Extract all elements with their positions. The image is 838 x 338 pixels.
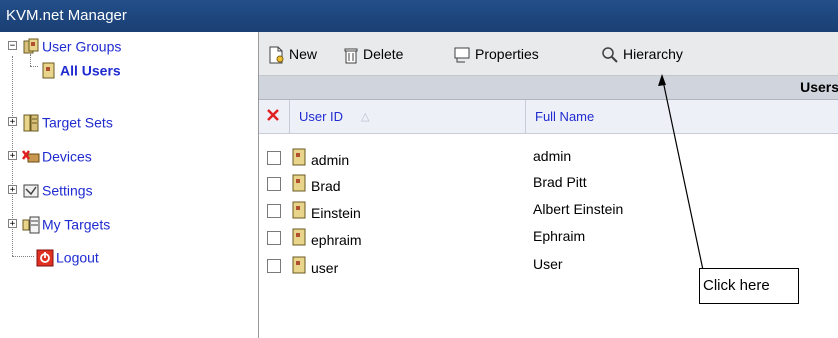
user-icon [292,228,306,246]
expand-toggle[interactable]: + [8,219,17,229]
user-id-cell: Brad [311,178,341,194]
logout-icon [36,249,54,267]
collapse-toggle[interactable]: − [8,41,17,51]
tree-connector [30,66,38,67]
user-id-cell: Einstein [311,205,361,221]
full-name-cell: admin [533,148,572,164]
sort-ascending-icon: △ [361,111,370,123]
tree-item-label: Target Sets [42,114,113,131]
tree-item-label: All Users [60,62,121,79]
tree-item-settings[interactable]: Settings [22,178,93,202]
section-title-bar: Users [259,76,838,100]
column-header-full-name[interactable]: Full Name [535,108,594,126]
tree-item-logout[interactable]: Logout [36,245,99,269]
column-separator [525,100,526,134]
tree-item-label: Settings [42,182,93,199]
grid-header: User ID △ Full Name [259,100,838,134]
tree-item-label: Devices [42,148,92,165]
full-name-cell: Brad Pitt [533,174,587,190]
tree-item-all-users[interactable]: All Users [40,58,121,82]
section-title: Users [800,79,838,95]
column-header-user-id[interactable]: User ID [299,108,343,126]
user-id-cell: admin [311,152,350,168]
expand-toggle[interactable]: + [8,151,17,161]
window-title: KVM.net Manager [6,7,127,24]
table-row[interactable]: ephraim Ephraim [259,226,838,253]
table-row[interactable]: Einstein Albert Einstein [259,199,838,226]
delete-label: Delete [363,46,404,62]
user-id-cell: ephraim [311,232,362,248]
properties-label: Properties [475,46,539,62]
user-icon [292,256,306,274]
new-label: New [289,46,318,62]
devices-icon [22,148,40,166]
properties-button[interactable]: Properties [453,44,539,64]
row-checkbox[interactable] [267,204,281,218]
my-targets-icon [22,216,40,234]
magnifier-icon [602,47,618,64]
properties-icon [454,47,470,63]
full-name-cell: Ephraim [533,228,586,244]
hierarchy-button[interactable]: Hierarchy [601,44,683,64]
user-groups-icon [22,38,40,56]
table-row[interactable]: Brad Brad Pitt [259,172,838,199]
window-title-bar: KVM.net Manager [0,0,838,32]
trash-icon [344,48,358,64]
tree-item-target-sets[interactable]: Target Sets [22,110,113,134]
tree-item-user-groups[interactable]: User Groups [22,34,121,58]
tree-item-my-targets[interactable]: My Targets [22,212,110,236]
delete-x-icon[interactable] [267,109,279,121]
user-icon [40,62,58,80]
expand-toggle[interactable]: + [8,117,17,127]
annotation-callout: Click here [699,268,799,304]
callout-text: Click here [703,277,770,294]
user-icon [292,174,306,192]
tree-item-label: User Groups [42,38,122,55]
navigation-tree: User Groups − All Users Target Sets + De… [0,32,258,338]
target-sets-icon [22,114,40,132]
hierarchy-label: Hierarchy [623,46,683,62]
full-name-cell: Albert Einstein [533,201,624,217]
row-checkbox[interactable] [267,231,281,245]
column-separator [289,100,290,134]
delete-button[interactable]: Delete [343,44,403,64]
tree-connector [12,256,34,257]
row-checkbox[interactable] [267,151,281,165]
user-icon [292,201,306,219]
expand-toggle[interactable]: + [8,185,17,195]
tree-item-devices[interactable]: Devices [22,144,92,168]
user-icon [292,148,306,166]
tree-item-label: My Targets [42,216,111,233]
tree-item-label: Logout [56,249,99,266]
row-checkbox[interactable] [267,177,281,191]
new-document-icon [269,46,284,64]
toolbar: New Delete Properties Hierarchy [259,32,838,76]
full-name-cell: User [533,256,563,272]
user-id-cell: user [311,260,339,276]
settings-icon [22,182,40,200]
table-row[interactable]: admin admin [259,146,838,173]
row-checkbox[interactable] [267,259,281,273]
new-button[interactable]: New [267,44,317,64]
